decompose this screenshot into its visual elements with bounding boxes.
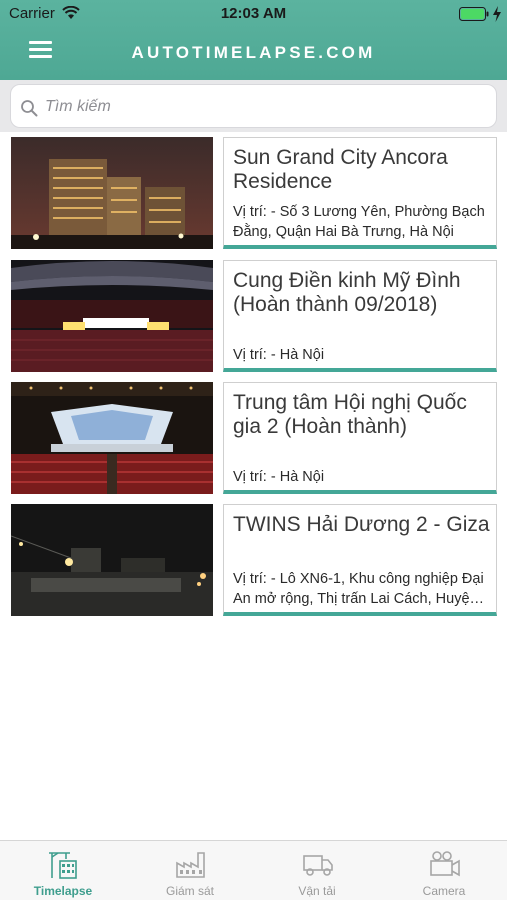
project-title: Sun Grand City Ancora Residence [233, 146, 448, 193]
project-card[interactable]: Sun Grand City Ancora Residence Vị trí: … [223, 137, 497, 249]
search-bar [0, 80, 507, 132]
tab-giam-sat[interactable]: Giám sát [127, 841, 253, 900]
project-card[interactable]: TWINS Hải Dương 2 - Giza Vị trí: - Lô XN… [223, 504, 497, 616]
project-location: Vị trí: - Hà Nội [233, 347, 325, 363]
search-box[interactable] [10, 84, 497, 128]
search-icon [21, 100, 38, 117]
project-title: Cung Điền kinh Mỹ Đình (Hoàn thành 09/20… [233, 269, 461, 316]
tab-van-tai[interactable]: Vận tải [254, 841, 380, 900]
tab-label: Camera [422, 884, 466, 898]
project-location: Vị trí: - Hà Nội [233, 469, 325, 485]
project-thumbnail [11, 504, 213, 616]
truck-icon [303, 855, 333, 876]
project-card[interactable]: Trung tâm Hội nghị Quốc gia 2 (Hoàn thàn… [223, 382, 497, 494]
search-input[interactable] [45, 93, 485, 121]
project-row[interactable]: Cung Điền kinh Mỹ Đình (Hoàn thành 09/20… [0, 260, 507, 372]
crane-building-icon [49, 852, 77, 879]
factory-icon [176, 852, 205, 878]
tab-label: Vận tải [298, 884, 336, 898]
video-camera-icon [430, 851, 460, 877]
tab-label: Giám sát [165, 884, 214, 898]
tab-timelapse[interactable]: Timelapse [0, 841, 126, 900]
project-row[interactable]: Sun Grand City Ancora Residence Vị trí: … [0, 137, 507, 249]
project-location: Vị trí: - Số 3 Lương Yên, Phường Bạch Đằ… [233, 204, 485, 240]
project-thumbnail [11, 260, 213, 372]
charging-bolt-icon [493, 6, 501, 22]
project-thumbnail [11, 137, 213, 249]
status-time: 12:03 AM [220, 5, 287, 22]
project-row[interactable]: Trung tâm Hội nghị Quốc gia 2 (Hoàn thàn… [0, 382, 507, 494]
tab-bar: Timelapse Giám sát Vận tải Camera [0, 840, 507, 900]
tab-camera[interactable]: Camera [381, 841, 507, 900]
project-location: Vị trí: - Lô XN6-1, Khu công nghiệp Đại … [233, 571, 484, 607]
project-title: Trung tâm Hội nghị Quốc gia 2 (Hoàn thàn… [233, 391, 467, 438]
status-bar: Carrier 12:03 AM [0, 0, 507, 28]
app-title: AUTOTIMELAPSE.COM [131, 43, 376, 62]
project-row[interactable]: TWINS Hải Dương 2 - Giza Vị trí: - Lô XN… [0, 504, 507, 616]
tab-label: Timelapse [33, 884, 93, 898]
project-title: TWINS Hải Dương 2 - Giza [233, 513, 490, 536]
app-header: Carrier 12:03 AM AUTOTIMELAPSE.COM [0, 0, 507, 80]
project-thumbnail [11, 382, 213, 494]
battery-icon [459, 7, 489, 21]
project-card[interactable]: Cung Điền kinh Mỹ Đình (Hoàn thành 09/20… [223, 260, 497, 372]
